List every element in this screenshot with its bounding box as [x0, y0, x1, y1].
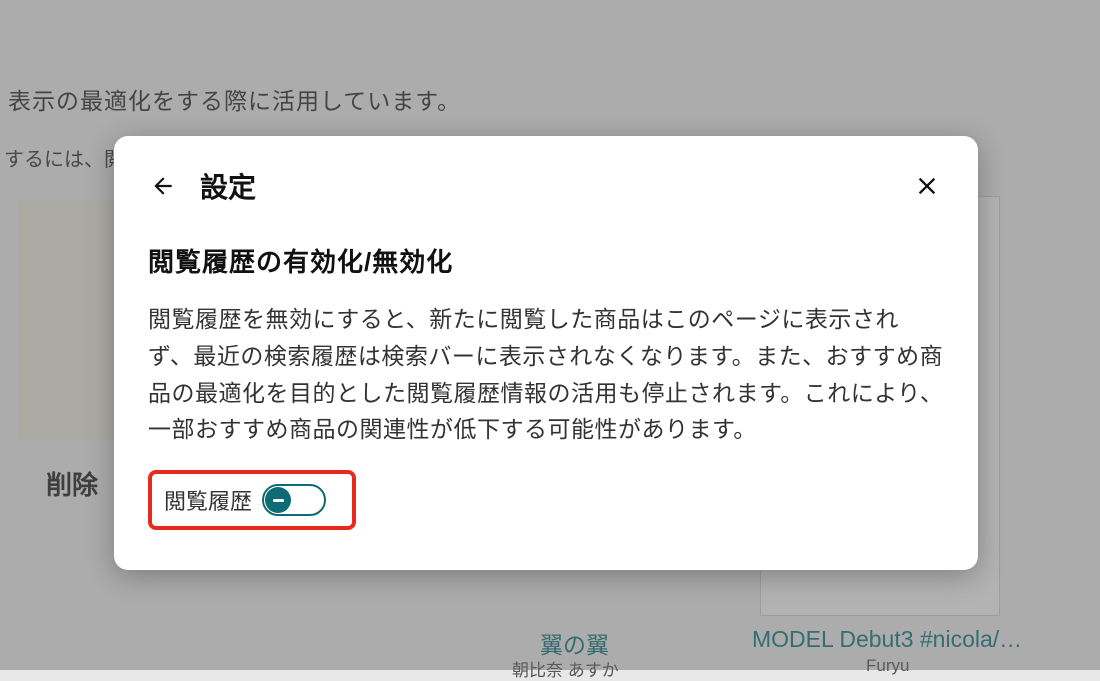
close-button[interactable] — [910, 169, 944, 203]
back-button[interactable] — [148, 171, 178, 201]
toggle-knob-off-icon — [265, 487, 291, 513]
arrow-left-icon — [150, 173, 176, 199]
modal-header: 設定 — [148, 166, 944, 206]
modal-header-left: 設定 — [148, 166, 256, 206]
close-icon — [913, 172, 941, 200]
section-title: 閲覧履歴の有効化/無効化 — [148, 242, 944, 279]
modal-title: 設定 — [200, 166, 256, 206]
browsing-history-toggle[interactable] — [262, 484, 326, 516]
section-body: 閲覧履歴を無効にすると、新たに閲覧した商品はこのページに表示されず、最近の検索履… — [148, 301, 944, 448]
highlighted-toggle-row: 閲覧履歴 — [148, 470, 356, 530]
toggle-label: 閲覧履歴 — [164, 484, 252, 516]
settings-modal: 設定 閲覧履歴の有効化/無効化 閲覧履歴を無効にすると、新たに閲覧した商品はこの… — [114, 136, 978, 570]
